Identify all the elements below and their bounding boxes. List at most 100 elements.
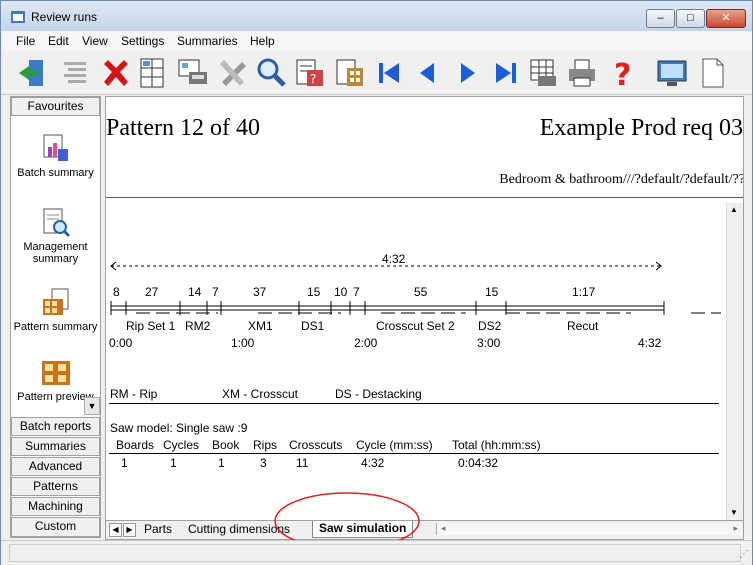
app-icon <box>11 11 25 23</box>
menu-bar: File Edit View Settings Summaries Help <box>1 31 752 51</box>
duration-label: 15 <box>485 285 499 299</box>
delete-icon[interactable] <box>99 56 133 90</box>
scroll-up-arrow[interactable]: ▲ <box>730 205 738 214</box>
sidebar-item-label: Pattern summary <box>13 321 98 333</box>
sidebar-favourites-header[interactable]: Favourites <box>11 97 100 116</box>
table-cell: 4:32 <box>361 456 385 470</box>
tab-scroll-left-button[interactable]: ◀ <box>109 523 122 537</box>
phase-label: DS2 <box>478 319 502 333</box>
page-icon[interactable] <box>695 56 729 90</box>
sidebar-item-management-summary[interactable]: Management summary <box>11 207 100 265</box>
legend-rip: RM - Rip <box>110 387 158 401</box>
status-bar: ⋰ <box>1 540 752 565</box>
tab-scroll-right-button[interactable]: ▶ <box>123 523 136 537</box>
report-view: Pattern 12 of 40 Example Prod req 03 Bed… <box>105 96 744 522</box>
duration-label: 1:17 <box>572 285 596 299</box>
duration-label: 14 <box>188 285 202 299</box>
sidebar-item-label: Management summary <box>23 241 88 265</box>
duration-label: 7 <box>353 285 360 299</box>
sidebar-section-patterns[interactable]: Patterns <box>11 477 100 496</box>
prev-icon[interactable] <box>411 56 445 90</box>
report2-icon[interactable] <box>333 56 367 90</box>
next-icon[interactable] <box>450 56 484 90</box>
first-icon[interactable] <box>372 56 406 90</box>
svg-text:?: ? <box>310 72 316 86</box>
printer-icon[interactable] <box>565 56 599 90</box>
table-cell: 3 <box>260 456 267 470</box>
table-header: Boards <box>116 438 155 452</box>
duration-label: 7 <box>212 285 219 299</box>
duration-label: 8 <box>113 285 120 299</box>
management-summary-icon <box>40 207 72 239</box>
duration-label: 15 <box>307 285 321 299</box>
scroll-down-arrow[interactable]: ▼ <box>730 508 738 517</box>
phase-label: RM2 <box>185 319 211 333</box>
table-header: Crosscuts <box>289 438 343 452</box>
grid-print-icon[interactable] <box>135 56 169 90</box>
sidebar-section-machining[interactable]: Machining <box>11 497 100 516</box>
h-scroll-right-arrow[interactable]: ▸ <box>733 523 738 534</box>
table-cell: 0:04:32 <box>458 456 499 470</box>
exit-icon[interactable] <box>15 56 49 90</box>
legend-destacking: DS - Destacking <box>335 387 422 401</box>
table-cell: 1 <box>121 456 128 470</box>
pattern-title: Pattern 12 of 40 <box>106 115 260 141</box>
main-window: Review runs – □ ✕ File Edit View Setting… <box>0 0 753 565</box>
last-icon[interactable] <box>489 56 523 90</box>
report-scrollbar[interactable]: ▲ ▼ <box>726 203 743 521</box>
title-bar: Review runs – □ ✕ <box>1 1 752 31</box>
phase-label: Crosscut Set 2 <box>376 319 455 333</box>
sidebar-item-batch-summary[interactable]: Batch summary <box>11 133 100 179</box>
maximize-button[interactable]: □ <box>676 9 705 28</box>
h-scroll-left-arrow[interactable]: ◂ <box>441 523 446 534</box>
sidebar-item-pattern-summary[interactable]: Pattern summary <box>11 287 100 333</box>
saw-model: Saw model: Single saw :9 <box>110 421 248 435</box>
horizontal-scrollbar[interactable]: ◂ ▸ <box>436 523 742 535</box>
tab-parts[interactable]: Parts <box>144 522 172 536</box>
menu-view[interactable]: View <box>82 34 108 48</box>
duration-label: 55 <box>414 285 428 299</box>
table-header: Rips <box>253 438 278 452</box>
duration-label: 27 <box>145 285 159 299</box>
window-title: Review runs <box>31 10 98 24</box>
phase-label: Rip Set 1 <box>126 319 176 333</box>
menu-settings[interactable]: Settings <box>121 34 164 48</box>
svg-text:?: ? <box>614 58 631 90</box>
sidebar-section-batch-reports[interactable]: Batch reports <box>11 417 100 436</box>
report-icon[interactable]: ? <box>293 56 327 90</box>
duration-label: 10 <box>334 285 348 299</box>
material-description: Bedroom & bathroom///?default/?default/?… <box>499 172 744 187</box>
table-header-divider <box>109 453 719 454</box>
duration-label: 37 <box>253 285 267 299</box>
legend-crosscut: XM - Crosscut <box>222 387 299 401</box>
sidebar-section-summaries[interactable]: Summaries <box>11 437 100 456</box>
align-icon[interactable] <box>58 56 92 90</box>
production-request-title: Example Prod req 03 <box>539 115 743 141</box>
minimize-button[interactable]: – <box>646 9 675 28</box>
table-cell: 1 <box>170 456 177 470</box>
table-header: Book <box>212 438 240 452</box>
tools-icon[interactable] <box>216 56 250 90</box>
sidebar-scroll-down-button[interactable]: ▼ <box>84 397 100 415</box>
grid-icon[interactable] <box>526 56 560 90</box>
menu-file[interactable]: File <box>16 34 35 48</box>
batch-summary-icon <box>40 133 72 165</box>
search-icon[interactable] <box>254 56 288 90</box>
legend-divider <box>109 403 719 404</box>
sidebar: Favourites Batch summary Management summ… <box>10 96 101 538</box>
help-icon[interactable]: ? <box>605 56 639 93</box>
sidebar-section-advanced[interactable]: Advanced <box>11 457 100 476</box>
table-cell: 11 <box>296 456 309 470</box>
status-panel <box>9 544 741 562</box>
pattern-print-icon[interactable] <box>175 56 209 90</box>
phase-label: DS1 <box>301 319 325 333</box>
table-header: Cycle (mm:ss) <box>356 438 433 452</box>
resize-grip-icon[interactable]: ⋰ <box>739 549 749 560</box>
close-button[interactable]: ✕ <box>706 9 746 28</box>
menu-summaries[interactable]: Summaries <box>177 34 238 48</box>
sidebar-section-custom[interactable]: Custom <box>11 517 100 537</box>
menu-help[interactable]: Help <box>250 34 275 48</box>
menu-edit[interactable]: Edit <box>48 34 69 48</box>
monitor-icon[interactable] <box>655 56 689 90</box>
pattern-summary-icon <box>40 287 72 319</box>
